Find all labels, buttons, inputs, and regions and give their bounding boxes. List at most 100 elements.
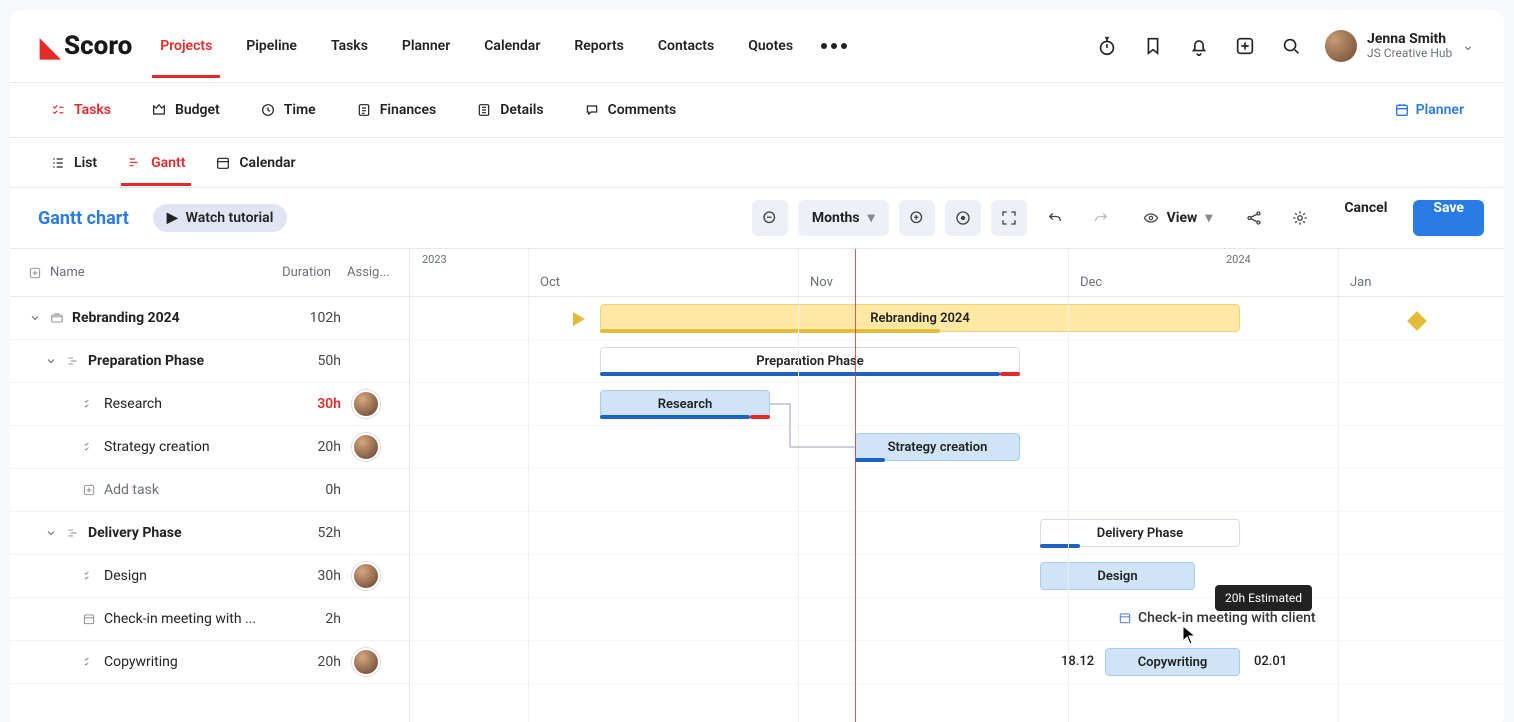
task-row-deliv[interactable]: Delivery Phase52h xyxy=(10,512,409,555)
view-tab-gantt[interactable]: Gantt xyxy=(127,140,185,186)
row-type-icon xyxy=(50,311,64,325)
row-duration: 30h xyxy=(281,396,341,412)
task-row-project[interactable]: Rebranding 2024102h xyxy=(10,297,409,340)
project-tab-tasks[interactable]: Tasks xyxy=(50,102,111,118)
user-name: Jenna Smith xyxy=(1367,31,1452,47)
view-tab-calendar[interactable]: Calendar xyxy=(215,140,295,186)
zoom-out-button[interactable] xyxy=(752,200,788,236)
assignee-avatar[interactable] xyxy=(352,390,380,418)
task-row-research[interactable]: Research30h xyxy=(10,383,409,426)
task-row-design[interactable]: Design30h xyxy=(10,555,409,598)
timeline-row-copy: Copywriting18.1202.01 xyxy=(410,641,1504,684)
timeline-row-prep: Preparation Phase xyxy=(410,340,1504,383)
nav-quotes[interactable]: Quotes xyxy=(748,14,793,78)
gantt-bar-prep[interactable]: Preparation Phase xyxy=(600,347,1020,375)
quick-add-icon[interactable] xyxy=(1233,34,1257,58)
notifications-icon[interactable] xyxy=(1187,34,1211,58)
settings-button[interactable] xyxy=(1282,200,1318,236)
view-select[interactable]: View ▾ xyxy=(1129,200,1227,236)
project-tab-finances[interactable]: Finances xyxy=(356,102,437,118)
chevron-down-icon: ⌄ xyxy=(1462,38,1474,54)
share-button[interactable] xyxy=(1236,200,1272,236)
gantt-timeline[interactable]: 20232024OctNovDecJan Rebranding 2024Prep… xyxy=(410,249,1504,722)
col-duration: Duration xyxy=(271,265,331,280)
month-label: Nov xyxy=(810,275,833,290)
assignee-avatar[interactable] xyxy=(352,433,380,461)
save-button[interactable]: Save xyxy=(1413,200,1484,236)
gantt-workspace: Gantt chart ▶ Watch tutorial Months ▾ Vi… xyxy=(10,188,1504,722)
scale-label: Months xyxy=(812,210,860,226)
gantt-task-list: Name Duration Assig... Rebranding 202410… xyxy=(10,249,410,722)
task-row-strategy[interactable]: Strategy creation20h xyxy=(10,426,409,469)
project-tab-time[interactable]: Time xyxy=(260,102,316,118)
nav-calendar[interactable]: Calendar xyxy=(484,14,540,78)
watch-tutorial-button[interactable]: ▶ Watch tutorial xyxy=(153,204,287,232)
task-row-prep[interactable]: Preparation Phase50h xyxy=(10,340,409,383)
task-list-header: Name Duration Assig... xyxy=(10,249,409,297)
task-row-add[interactable]: Add task0h xyxy=(10,469,409,512)
nav-tasks[interactable]: Tasks xyxy=(331,14,368,78)
redo-button[interactable] xyxy=(1083,200,1119,236)
tutorial-label: Watch tutorial xyxy=(186,210,274,226)
col-name: Name xyxy=(50,265,85,280)
timeline-row-research: Research xyxy=(410,383,1504,426)
bar-end-date: 02.01 xyxy=(1254,654,1287,669)
nav-pipeline[interactable]: Pipeline xyxy=(246,14,297,78)
brand-name: Scoro xyxy=(64,31,132,61)
mouse-cursor-icon xyxy=(1182,625,1196,645)
goto-today-button[interactable] xyxy=(945,200,981,236)
row-type-icon xyxy=(82,655,96,669)
project-start-icon xyxy=(573,312,585,326)
timeline-rows: Rebranding 2024 Preparation Phase Research… xyxy=(410,297,1504,722)
undo-button[interactable] xyxy=(1037,200,1073,236)
more-menu-icon[interactable] xyxy=(821,43,847,49)
gantt-bar-copy[interactable]: Copywriting xyxy=(1105,648,1240,676)
project-tab-details[interactable]: Details xyxy=(476,102,543,118)
top-nav: ◣ Scoro ProjectsPipelineTasksPlannerCale… xyxy=(10,10,1504,82)
gantt-bar-design[interactable]: Design xyxy=(1040,562,1195,590)
planner-link[interactable]: Planner xyxy=(1394,102,1464,118)
nav-contacts[interactable]: Contacts xyxy=(658,14,714,78)
timeline-row-add xyxy=(410,469,1504,512)
gantt-bar-project[interactable]: Rebranding 2024 xyxy=(600,304,1240,332)
add-icon[interactable] xyxy=(28,266,42,280)
project-tab-comments[interactable]: Comments xyxy=(584,102,677,118)
search-icon[interactable] xyxy=(1279,34,1303,58)
planner-link-label: Planner xyxy=(1416,102,1464,118)
user-menu[interactable]: Jenna Smith JS Creative Hub ⌄ xyxy=(1325,30,1474,62)
milestone-icon[interactable] xyxy=(1407,311,1427,331)
timer-icon[interactable] xyxy=(1095,34,1119,58)
row-duration: 30h xyxy=(281,568,341,584)
eye-icon xyxy=(1143,210,1159,226)
assignee-avatar[interactable] xyxy=(352,648,380,676)
nav-reports[interactable]: Reports xyxy=(574,14,624,78)
task-row-checkin[interactable]: Check-in meeting with ...2h xyxy=(10,598,409,641)
nav-projects[interactable]: Projects xyxy=(160,14,212,78)
timeline-row-design: Design xyxy=(410,555,1504,598)
row-name: Strategy creation xyxy=(104,439,210,455)
project-tab-budget[interactable]: Budget xyxy=(151,102,220,118)
nav-planner[interactable]: Planner xyxy=(402,14,450,78)
row-name: Preparation Phase xyxy=(88,353,204,369)
row-duration: 52h xyxy=(281,525,341,541)
event-label[interactable]: Check-in meeting with client xyxy=(1118,610,1316,626)
zoom-in-button[interactable] xyxy=(899,200,935,236)
assignee-avatar[interactable] xyxy=(352,562,380,590)
gantt-bar-strategy[interactable]: Strategy creation xyxy=(855,433,1020,461)
gantt-bar-deliv[interactable]: Delivery Phase xyxy=(1040,519,1240,547)
row-duration: 20h xyxy=(281,654,341,670)
gantt-bar-research[interactable]: Research xyxy=(600,390,770,418)
row-type-icon xyxy=(66,354,80,368)
user-subtitle: JS Creative Hub xyxy=(1367,47,1452,61)
progress-strip xyxy=(1040,544,1080,548)
month-label: Dec xyxy=(1080,275,1102,290)
row-name: Copywriting xyxy=(104,654,178,670)
view-tab-list[interactable]: List xyxy=(50,140,97,186)
row-name: Rebranding 2024 xyxy=(72,310,180,326)
cancel-button[interactable]: Cancel xyxy=(1328,200,1403,236)
bookmark-icon[interactable] xyxy=(1141,34,1165,58)
task-row-copy[interactable]: Copywriting 20h xyxy=(10,641,409,684)
fullscreen-button[interactable] xyxy=(991,200,1027,236)
row-duration: 2h xyxy=(281,611,341,627)
scale-select[interactable]: Months ▾ xyxy=(798,200,889,236)
